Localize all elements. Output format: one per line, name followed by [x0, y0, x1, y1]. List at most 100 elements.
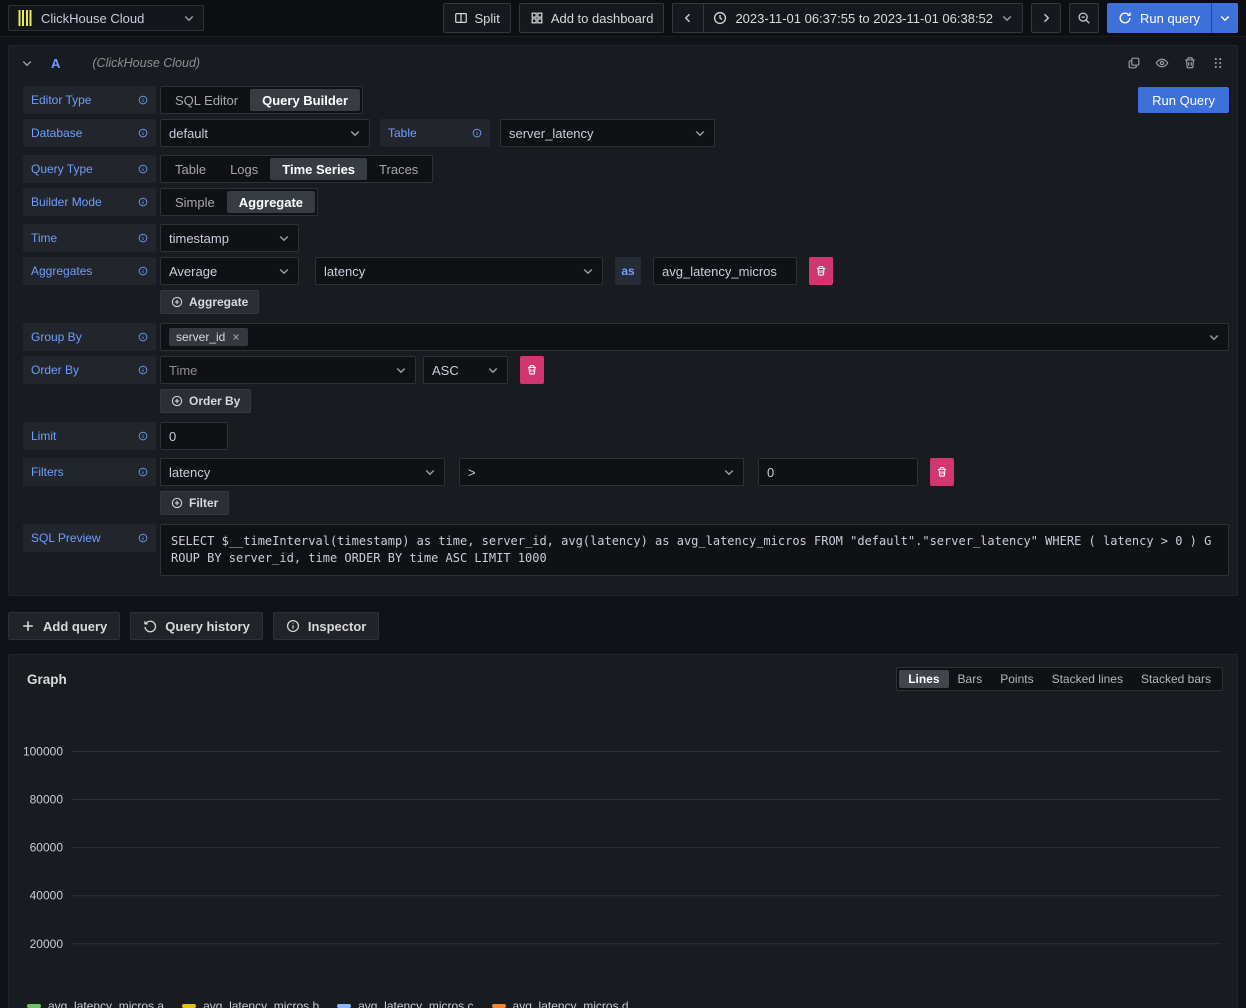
run-query-inline-button[interactable]: Run Query — [1138, 87, 1229, 113]
query-ref-id[interactable]: A — [51, 56, 60, 71]
split-icon — [454, 11, 468, 25]
datasource-name: ClickHouse Cloud — [41, 11, 144, 26]
chevron-down-icon — [487, 364, 499, 376]
legend-item[interactable]: avg_latency_micros c — [337, 999, 473, 1008]
clock-icon — [713, 11, 727, 25]
query-type-option-traces[interactable]: Traces — [367, 158, 430, 180]
aggregate-alias-input[interactable] — [653, 257, 797, 285]
legend-label: avg_latency_micros b — [203, 999, 319, 1008]
builder-mode-option-simple[interactable]: Simple — [163, 191, 227, 213]
legend-item[interactable]: avg_latency_micros d — [492, 999, 629, 1008]
mode-stacked-lines[interactable]: Stacked lines — [1043, 670, 1132, 688]
filter-operator-select[interactable]: > — [459, 458, 744, 486]
time-shift-forward-button[interactable] — [1031, 3, 1061, 33]
split-button[interactable]: Split — [443, 3, 511, 33]
delete-query-icon[interactable] — [1183, 56, 1197, 70]
time-shift-back-button[interactable] — [673, 4, 704, 32]
add-order-by-button[interactable]: Order By — [160, 389, 251, 413]
add-to-dashboard-button[interactable]: Add to dashboard — [519, 3, 665, 33]
filter-field-select[interactable]: latency — [160, 458, 445, 486]
mode-bars[interactable]: Bars — [949, 670, 992, 688]
limit-input[interactable] — [160, 422, 228, 450]
time-range-text: 2023-11-01 06:37:55 to 2023-11-01 06:38:… — [735, 11, 993, 26]
group-by-label: Group By — [23, 323, 156, 351]
as-badge: as — [615, 257, 641, 285]
info-icon[interactable] — [138, 467, 148, 477]
query-type-option-table[interactable]: Table — [163, 158, 218, 180]
order-by-field-select[interactable]: Time — [160, 356, 416, 384]
chevron-down-icon — [582, 265, 594, 277]
query-type-option-logs[interactable]: Logs — [218, 158, 270, 180]
table-select[interactable]: server_latency — [500, 119, 715, 147]
limit-label: Limit — [23, 422, 156, 450]
time-column-select[interactable]: timestamp — [160, 224, 299, 252]
chevron-down-icon — [1219, 12, 1231, 24]
clickhouse-logo-icon — [17, 10, 33, 26]
run-query-button[interactable]: Run query — [1107, 3, 1211, 33]
remove-order-by-button[interactable] — [520, 356, 544, 384]
chevron-down-icon — [278, 232, 290, 244]
mode-lines[interactable]: Lines — [899, 670, 948, 688]
group-by-tag: server_id — [169, 328, 248, 346]
info-icon[interactable] — [138, 266, 148, 276]
chart-legend: avg_latency_micros a avg_latency_micros b… — [17, 993, 1229, 1008]
aggregate-function-select[interactable]: Average — [160, 257, 299, 285]
svg-text:20000: 20000 — [30, 937, 64, 951]
refresh-icon — [1118, 11, 1132, 25]
info-icon[interactable] — [138, 431, 148, 441]
duplicate-query-icon[interactable] — [1127, 56, 1141, 70]
chevron-down-icon — [183, 12, 195, 24]
info-icon[interactable] — [138, 95, 148, 105]
graph-panel: Graph Lines Bars Points Stacked lines St… — [8, 654, 1238, 1008]
chevron-down-icon — [1208, 331, 1220, 343]
svg-text:60000: 60000 — [30, 841, 64, 855]
info-icon[interactable] — [138, 197, 148, 207]
info-icon[interactable] — [138, 233, 148, 243]
filter-value-input[interactable] — [758, 458, 918, 486]
sql-preview-text: SELECT $__timeInterval(timestamp) as tim… — [160, 524, 1229, 576]
remove-filter-button[interactable] — [930, 458, 954, 486]
drag-handle-icon[interactable] — [1211, 56, 1225, 70]
info-icon[interactable] — [138, 128, 148, 138]
add-query-button[interactable]: Add query — [8, 612, 120, 640]
add-filter-button[interactable]: Filter — [160, 491, 229, 515]
trash-icon — [526, 364, 538, 376]
time-label: Time — [23, 224, 156, 252]
editor-type-option-sql-editor[interactable]: SQL Editor — [163, 89, 250, 111]
order-direction-select[interactable]: ASC — [423, 356, 508, 384]
zoom-out-time-button[interactable] — [1069, 3, 1099, 33]
query-type-label: Query Type — [23, 155, 156, 183]
editor-type-option-query-builder[interactable]: Query Builder — [250, 89, 360, 111]
legend-item[interactable]: avg_latency_micros a — [27, 999, 164, 1008]
datasource-picker[interactable]: ClickHouse Cloud — [8, 5, 204, 31]
collapse-query-icon[interactable] — [21, 57, 33, 69]
remove-aggregate-button[interactable] — [809, 257, 833, 285]
hide-query-icon[interactable] — [1155, 56, 1169, 70]
latency-chart[interactable]: 2000040000600008000010000006:38:0006:38:… — [17, 701, 1231, 993]
info-icon[interactable] — [138, 332, 148, 342]
run-query-dropdown-button[interactable] — [1211, 3, 1238, 33]
time-range-button[interactable]: 2023-11-01 06:37:55 to 2023-11-01 06:38:… — [704, 4, 1022, 32]
info-icon[interactable] — [472, 128, 482, 138]
database-select[interactable]: default — [160, 119, 370, 147]
table-label: Table — [380, 119, 490, 147]
zoom-out-icon — [1077, 11, 1091, 25]
chevron-down-icon — [349, 127, 361, 139]
mode-stacked-bars[interactable]: Stacked bars — [1132, 670, 1220, 688]
info-icon[interactable] — [138, 164, 148, 174]
remove-tag-icon[interactable] — [231, 332, 241, 342]
legend-label: avg_latency_micros a — [48, 999, 164, 1008]
info-icon[interactable] — [138, 365, 148, 375]
inspector-button[interactable]: Inspector — [273, 612, 380, 640]
query-history-button[interactable]: Query history — [130, 612, 263, 640]
add-aggregate-button[interactable]: Aggregate — [160, 290, 259, 314]
aggregate-column-select[interactable]: latency — [315, 257, 603, 285]
group-by-multiselect[interactable]: server_id — [160, 323, 1229, 351]
builder-mode-option-aggregate[interactable]: Aggregate — [227, 191, 315, 213]
mode-points[interactable]: Points — [991, 670, 1042, 688]
chevron-down-icon — [723, 466, 735, 478]
query-type-option-time-series[interactable]: Time Series — [270, 158, 367, 180]
legend-item[interactable]: avg_latency_micros b — [182, 999, 319, 1008]
info-icon[interactable] — [138, 533, 148, 543]
legend-swatch-icon — [337, 1004, 351, 1008]
